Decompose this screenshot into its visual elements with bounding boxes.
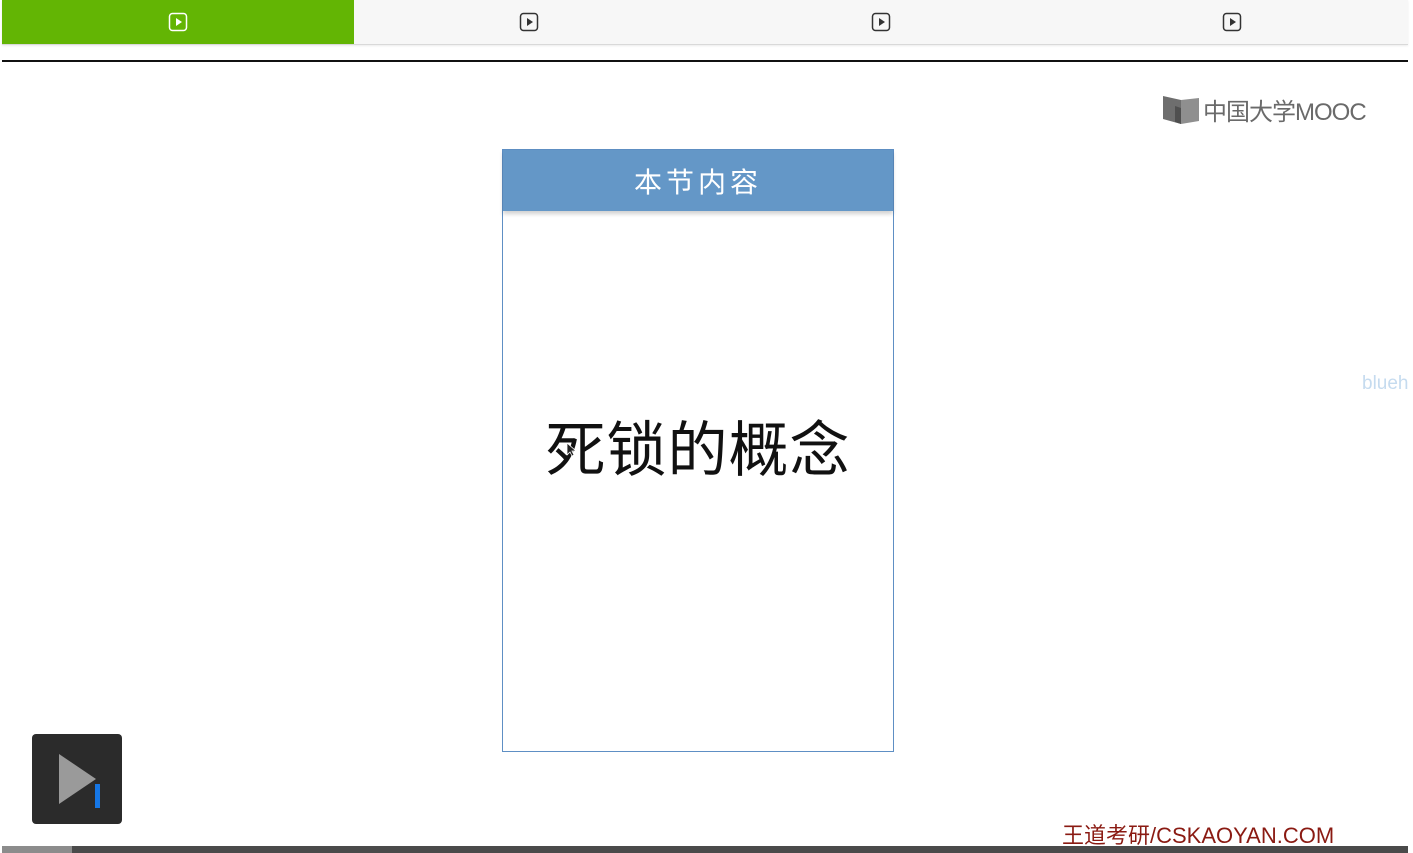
play-icon	[59, 754, 100, 808]
book-logo-icon	[1163, 95, 1199, 124]
slide-top-divider	[2, 60, 1408, 62]
lesson-tab-1[interactable]	[2, 0, 354, 44]
lesson-tab-3[interactable]	[705, 0, 1057, 44]
mouse-cursor-icon	[567, 443, 577, 457]
play-square-icon	[520, 12, 539, 32]
play-square-icon	[168, 12, 187, 32]
logo-text: 中国大学MOOC	[1203, 99, 1367, 126]
mooc-logo: 中国大学MOOC	[1161, 92, 1367, 127]
play-button[interactable]	[32, 734, 122, 824]
lesson-tab-2[interactable]	[354, 0, 706, 44]
lesson-tab-4[interactable]	[1057, 0, 1409, 44]
card-header: 本节内容	[503, 150, 893, 211]
play-square-icon	[871, 12, 890, 32]
watermark-text: blueh	[1362, 373, 1409, 394]
video-progress-bar[interactable]	[2, 846, 1408, 853]
progress-fill	[2, 846, 73, 853]
slide-content-card: 本节内容 死锁的概念	[502, 149, 894, 752]
topic-title: 死锁的概念	[545, 416, 851, 486]
lesson-tab-bar	[2, 0, 1408, 45]
play-square-icon	[1223, 12, 1242, 32]
